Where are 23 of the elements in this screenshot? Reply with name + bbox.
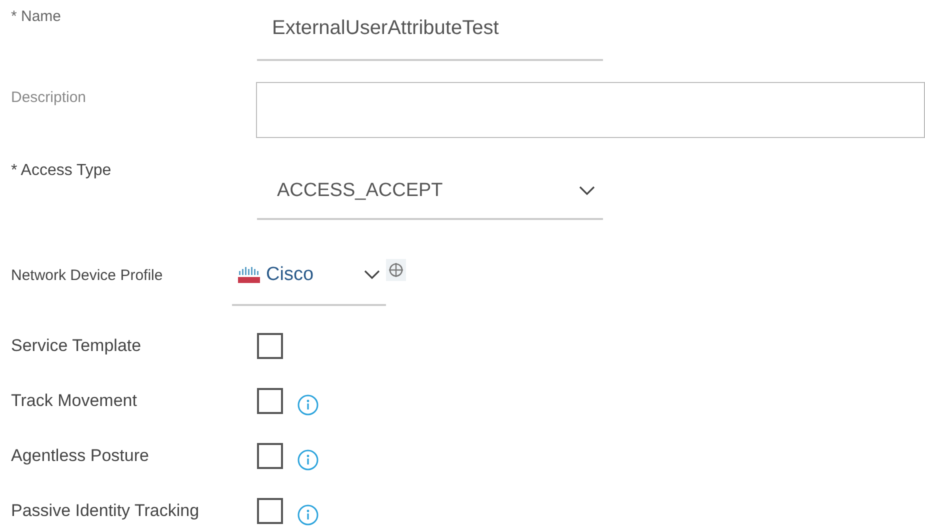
crosshair-icon[interactable] — [386, 259, 406, 281]
chevron-down-icon — [579, 186, 595, 196]
field-label: * Access Type — [11, 162, 112, 179]
checkbox[interactable] — [257, 498, 283, 524]
chevron-down-icon — [364, 270, 380, 280]
checkbox[interactable] — [257, 388, 283, 414]
field-label: Description — [11, 89, 86, 106]
logo-icon — [238, 267, 262, 283]
access-type-dropdown[interactable]: ACCESS_ACCEPT — [257, 156, 603, 220]
info-icon[interactable] — [297, 504, 319, 526]
device-profile-dropdown[interactable]: Cisco — [232, 256, 386, 306]
info-icon[interactable] — [297, 394, 319, 416]
option-label: Agentless Posture — [11, 446, 149, 465]
option-label: Track Movement — [11, 391, 137, 410]
option-label: Service Template — [11, 336, 142, 355]
option-label: Passive Identity Tracking — [11, 501, 200, 520]
checkbox[interactable] — [257, 333, 283, 359]
name-field[interactable]: ExternalUserAttributeTest — [257, 0, 603, 61]
checkbox[interactable] — [257, 443, 283, 469]
field-label: * Name — [11, 8, 62, 25]
info-icon[interactable] — [297, 449, 319, 471]
field-label: Network Device Profile — [11, 267, 163, 284]
description-field[interactable] — [256, 82, 925, 138]
